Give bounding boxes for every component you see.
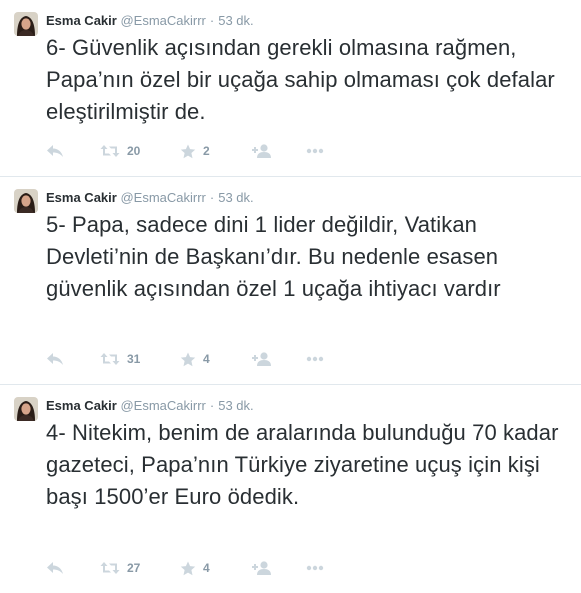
tweet[interactable]: Esma Cakir @EsmaCakirrr · 53 dk. 5- Papa, …	[0, 177, 581, 385]
favorite-button[interactable]: 4	[180, 560, 252, 576]
reply-button[interactable]	[46, 351, 100, 367]
author-handle[interactable]: @EsmaCakirrr	[120, 398, 205, 413]
reply-button[interactable]	[46, 560, 100, 576]
follow-icon	[252, 561, 271, 575]
retweet-count: 20	[127, 144, 141, 158]
retweet-icon	[100, 353, 120, 365]
timeline: Esma Cakir @EsmaCakirrr · 53 dk. 6- Güvenl…	[0, 0, 581, 593]
reply-icon	[47, 562, 63, 574]
separator: ·	[209, 398, 215, 413]
tweet-text: 4- Nitekim, benim de aralarında bulunduğ…	[46, 420, 559, 509]
more-button[interactable]	[306, 351, 324, 367]
favorite-count: 4	[203, 352, 210, 366]
separator: ·	[209, 13, 215, 28]
retweet-count: 31	[127, 352, 141, 366]
retweet-button[interactable]: 31	[100, 351, 180, 367]
tweet-actions: 27 4	[46, 560, 324, 576]
reply-icon	[47, 353, 63, 365]
author-name[interactable]: Esma Cakir	[46, 13, 117, 28]
star-icon	[180, 561, 196, 575]
avatar[interactable]	[14, 12, 38, 36]
tweet-header: Esma Cakir @EsmaCakirrr · 53 dk.	[46, 397, 571, 414]
star-icon	[180, 144, 196, 158]
author-handle[interactable]: @EsmaCakirrr	[120, 190, 205, 205]
more-icon	[306, 356, 324, 362]
tweet-header: Esma Cakir @EsmaCakirrr · 53 dk.	[46, 12, 571, 29]
tweet[interactable]: Esma Cakir @EsmaCakirrr · 53 dk. 4- Niteki…	[0, 385, 581, 593]
more-button[interactable]	[306, 143, 324, 159]
tweet-actions: 20 2	[46, 143, 324, 159]
retweet-button[interactable]: 27	[100, 560, 180, 576]
reply-button[interactable]	[46, 143, 100, 159]
tweet-header: Esma Cakir @EsmaCakirrr · 53 dk.	[46, 189, 571, 206]
favorite-button[interactable]: 4	[180, 351, 252, 367]
more-icon	[306, 565, 324, 571]
more-icon	[306, 148, 324, 154]
reply-icon	[47, 145, 63, 157]
tweet[interactable]: Esma Cakir @EsmaCakirrr · 53 dk. 6- Güvenl…	[0, 0, 581, 177]
avatar[interactable]	[14, 189, 38, 213]
retweet-button[interactable]: 20	[100, 143, 180, 159]
retweet-count: 27	[127, 561, 141, 575]
author-name[interactable]: Esma Cakir	[46, 190, 117, 205]
favorite-count: 4	[203, 561, 210, 575]
follow-button[interactable]	[252, 560, 306, 576]
timestamp[interactable]: 53 dk.	[218, 13, 253, 28]
retweet-icon	[100, 145, 120, 157]
more-button[interactable]	[306, 560, 324, 576]
follow-icon	[252, 352, 271, 366]
tweet-text: 5- Papa, sadece dini 1 lider değildir, V…	[46, 212, 501, 301]
tweet-actions: 31 4	[46, 351, 324, 367]
follow-button[interactable]	[252, 351, 306, 367]
follow-icon	[252, 144, 271, 158]
tweet-text: 6- Güvenlik açısından gerekli olmasına r…	[46, 35, 555, 124]
avatar[interactable]	[14, 397, 38, 421]
timestamp[interactable]: 53 dk.	[218, 190, 253, 205]
star-icon	[180, 352, 196, 366]
retweet-icon	[100, 562, 120, 574]
favorite-button[interactable]: 2	[180, 143, 252, 159]
separator: ·	[209, 190, 215, 205]
timestamp[interactable]: 53 dk.	[218, 398, 253, 413]
follow-button[interactable]	[252, 143, 306, 159]
author-name[interactable]: Esma Cakir	[46, 398, 117, 413]
author-handle[interactable]: @EsmaCakirrr	[120, 13, 205, 28]
favorite-count: 2	[203, 144, 210, 158]
